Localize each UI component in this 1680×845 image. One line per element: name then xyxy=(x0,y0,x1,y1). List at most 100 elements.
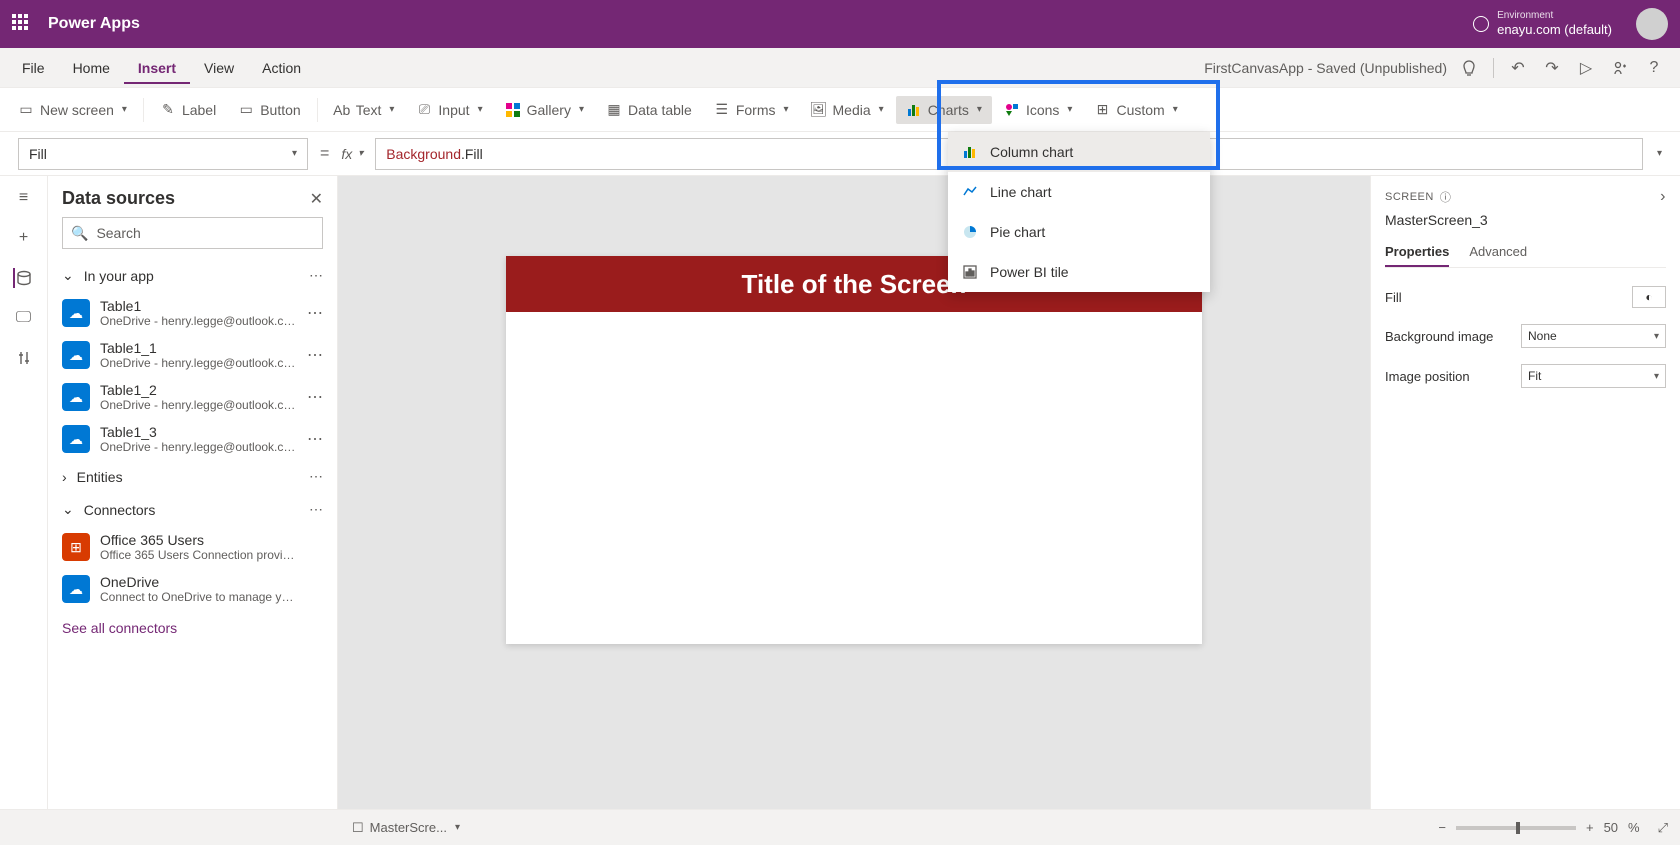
dropdown-item-powerbi-tile[interactable]: Power BI tile xyxy=(948,252,1210,292)
gallery-button[interactable]: Gallery ▾ xyxy=(495,96,594,124)
fill-color-picker[interactable]: ◐ xyxy=(1632,286,1666,308)
data-table-icon: ▦ xyxy=(606,102,622,118)
cloud-icon: ☁ xyxy=(62,341,90,369)
insert-pane-icon[interactable]: + xyxy=(14,228,34,248)
share-icon[interactable] xyxy=(1610,58,1630,78)
search-icon: 🔍 xyxy=(71,225,88,242)
prop-bgimage-label: Background image xyxy=(1385,329,1493,344)
app-screen[interactable]: Title of the Screen xyxy=(506,256,1202,644)
canvas-area: Title of the Screen Column chart Line ch… xyxy=(338,176,1370,809)
forms-button[interactable]: ☰ Forms ▾ xyxy=(704,96,799,124)
more-icon[interactable]: ⋯ xyxy=(307,387,323,407)
properties-panel: SCREEN ⓘ › MasterScreen_3 Properties Adv… xyxy=(1370,176,1680,809)
menu-view[interactable]: View xyxy=(190,52,248,84)
environment-value: enayu.com (default) xyxy=(1497,22,1612,38)
text-button[interactable]: Ab Text ▾ xyxy=(324,96,405,124)
media-pane-icon[interactable]: 🖵 xyxy=(14,308,34,328)
dropdown-item-line-chart[interactable]: Line chart xyxy=(948,172,1210,212)
cloud-icon: ☁ xyxy=(62,425,90,453)
section-connectors[interactable]: ⌄ Connectors ⋯ xyxy=(48,493,337,526)
chevron-right-icon: › xyxy=(62,469,67,485)
tab-properties[interactable]: Properties xyxy=(1385,238,1449,267)
more-icon[interactable]: ⋯ xyxy=(309,501,323,518)
redo-icon[interactable]: ↷ xyxy=(1542,58,1562,78)
list-item[interactable]: ☁ Table1_1OneDrive - henry.legge@outlook… xyxy=(48,334,337,376)
list-item[interactable]: ☁ Table1OneDrive - henry.legge@outlook.c… xyxy=(48,292,337,334)
input-button[interactable]: ⎚ Input ▾ xyxy=(406,96,492,124)
connector-icon: ⊞ xyxy=(62,533,90,561)
menu-home[interactable]: Home xyxy=(59,52,124,84)
zoom-slider[interactable] xyxy=(1456,826,1576,830)
more-icon[interactable]: ⋯ xyxy=(307,345,323,365)
tab-advanced[interactable]: Advanced xyxy=(1469,238,1527,267)
icons-icon xyxy=(1004,102,1020,118)
props-type-label: SCREEN xyxy=(1385,191,1434,203)
environment-selector[interactable]: Environment enayu.com (default) xyxy=(1473,10,1612,38)
label-button[interactable]: ✎ Label xyxy=(150,96,226,124)
search-input[interactable]: 🔍 Search xyxy=(62,217,323,249)
custom-icon: ⊞ xyxy=(1094,102,1110,118)
info-icon[interactable]: ⓘ xyxy=(1440,189,1452,205)
screen-selector[interactable]: ☐ MasterScre... ▾ xyxy=(352,820,460,836)
zoom-out-icon[interactable]: − xyxy=(1438,820,1446,835)
preview-icon[interactable]: ▷ xyxy=(1576,58,1596,78)
more-icon[interactable]: ⋯ xyxy=(307,303,323,323)
bgimage-select[interactable]: None▾ xyxy=(1521,324,1666,348)
user-avatar[interactable] xyxy=(1636,8,1668,40)
input-label: Input xyxy=(438,102,469,118)
panel-title: Data sources xyxy=(62,188,175,209)
list-item[interactable]: ☁ Table1_3OneDrive - henry.legge@outlook… xyxy=(48,418,337,460)
property-value: Fill xyxy=(29,146,47,162)
fit-to-window-icon[interactable]: ⤢ xyxy=(1658,820,1668,836)
formula-expand-icon[interactable]: ▾ xyxy=(1657,148,1662,159)
section-in-your-app[interactable]: ⌄ In your app ⋯ xyxy=(48,259,337,292)
dropdown-item-pie-chart[interactable]: Pie chart xyxy=(948,212,1210,252)
data-pane-icon[interactable] xyxy=(13,268,33,288)
media-button[interactable]: 🖼 Media ▾ xyxy=(801,96,894,124)
zoom-in-icon[interactable]: + xyxy=(1586,820,1594,835)
charts-button[interactable]: Charts ▾ xyxy=(896,96,992,124)
more-icon[interactable]: ⋯ xyxy=(307,429,323,449)
advanced-tools-icon[interactable] xyxy=(14,348,34,368)
data-sources-panel: Data sources ✕ 🔍 Search ⌄ In your app ⋯ … xyxy=(48,176,338,809)
chevron-down-icon: ▾ xyxy=(783,104,788,115)
undo-icon[interactable]: ↶ xyxy=(1508,58,1528,78)
app-checker-icon[interactable] xyxy=(1459,58,1479,78)
gallery-icon xyxy=(505,102,521,118)
help-icon[interactable]: ? xyxy=(1644,58,1664,78)
property-selector[interactable]: Fill ▾ xyxy=(18,138,308,170)
more-icon[interactable]: ⋯ xyxy=(309,267,323,284)
screen-name: MasterScreen_3 xyxy=(1385,212,1666,228)
list-item[interactable]: ☁ Table1_2OneDrive - henry.legge@outlook… xyxy=(48,376,337,418)
list-item[interactable]: ☁ OneDriveConnect to OneDrive to manage … xyxy=(48,568,337,610)
see-all-connectors-link[interactable]: See all connectors xyxy=(48,610,337,646)
button-button[interactable]: ▭ Button xyxy=(228,96,310,124)
button-label: Button xyxy=(260,102,300,118)
menu-file[interactable]: File xyxy=(8,52,59,84)
dropdown-item-column-chart[interactable]: Column chart xyxy=(948,132,1210,172)
left-rail: ≡ + 🖵 xyxy=(0,176,48,809)
list-item[interactable]: ⊞ Office 365 UsersOffice 365 Users Conne… xyxy=(48,526,337,568)
fx-label[interactable]: fx▾ xyxy=(341,146,363,162)
column-chart-icon xyxy=(962,144,978,160)
new-screen-button[interactable]: ▭ New screen ▾ xyxy=(8,96,137,124)
chevron-down-icon: ▾ xyxy=(389,104,394,115)
search-placeholder: Search xyxy=(96,225,140,241)
expand-icon[interactable]: › xyxy=(1660,188,1666,206)
imgpos-select[interactable]: Fit▾ xyxy=(1521,364,1666,388)
status-bar: ☐ MasterScre... ▾ − + 50 % ⤢ xyxy=(0,809,1680,845)
section-entities[interactable]: › Entities ⋯ xyxy=(48,460,337,493)
gallery-label: Gallery xyxy=(527,102,571,118)
label-icon: ✎ xyxy=(160,102,176,118)
menu-insert[interactable]: Insert xyxy=(124,52,190,84)
data-table-button[interactable]: ▦ Data table xyxy=(596,96,702,124)
app-launcher-icon[interactable] xyxy=(12,14,32,34)
menu-action[interactable]: Action xyxy=(248,52,315,84)
close-icon[interactable]: ✕ xyxy=(310,189,323,209)
more-icon[interactable]: ⋯ xyxy=(309,468,323,485)
tree-view-icon[interactable]: ≡ xyxy=(14,188,34,208)
document-status: FirstCanvasApp - Saved (Unpublished) xyxy=(1204,60,1447,76)
icons-button[interactable]: Icons ▾ xyxy=(994,96,1083,124)
chevron-down-icon: ▾ xyxy=(122,104,127,115)
custom-button[interactable]: ⊞ Custom ▾ xyxy=(1084,96,1187,124)
